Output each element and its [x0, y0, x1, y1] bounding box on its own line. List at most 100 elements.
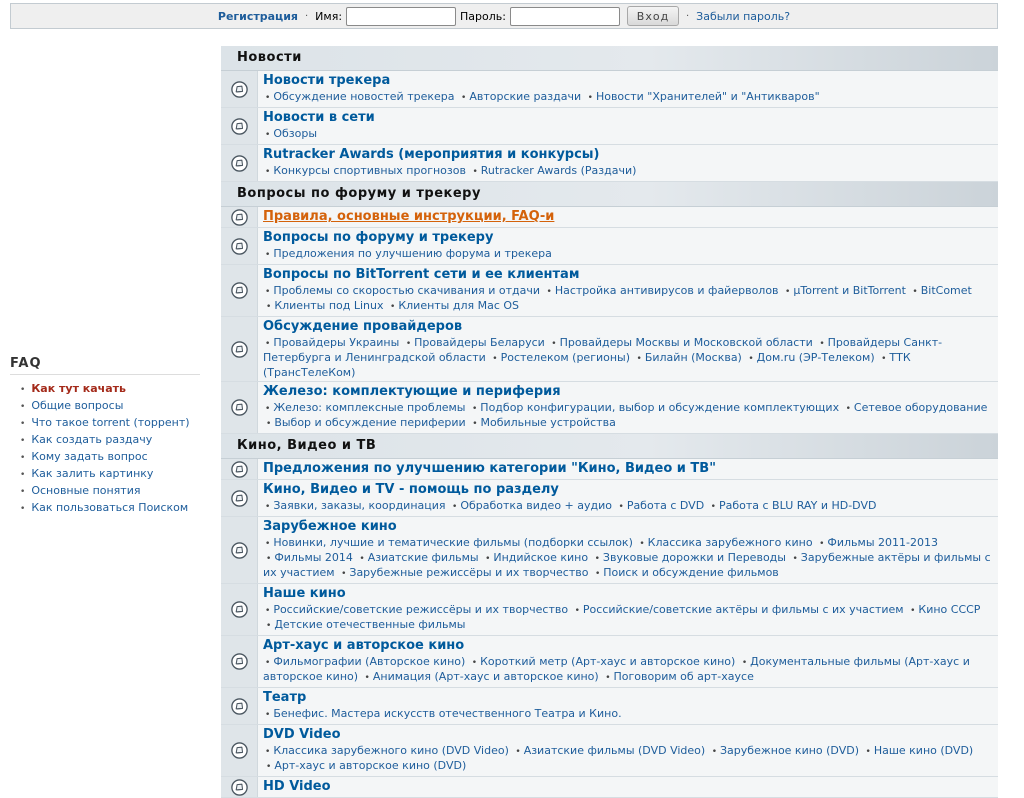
bullet: • [551, 339, 557, 349]
forum-body: Кино, Видео и TV - помощь по разделу • Зая… [258, 480, 998, 516]
subforum-link[interactable]: Подбор конфигурации, выбор и обсуждение … [480, 401, 839, 414]
subforum-link[interactable]: Зарубежное кино (DVD) [720, 744, 859, 757]
subforum-link[interactable]: Российские/советские режиссёры и их твор… [273, 603, 568, 616]
subforum-link[interactable]: Классика зарубежного кино (DVD Video) [273, 744, 509, 757]
faq-item: Как тут качать [20, 381, 200, 398]
forum-text: Обсуждение провайдеров • Провайдеры Украин… [263, 319, 992, 379]
faq-link[interactable]: Кому задать вопрос [31, 450, 147, 463]
subforum-link[interactable]: Детские отечественные фильмы [274, 618, 465, 631]
subforum-link[interactable]: Железо: комплексные проблемы [273, 401, 465, 414]
subforum-link[interactable]: Предложения по улучшению форума и трекер… [273, 247, 552, 260]
subforum-link[interactable]: Дом.ru (ЭР-Телеком) [757, 351, 875, 364]
forum-status-icon [221, 265, 258, 316]
subforum-link[interactable]: Провайдеры Украины [273, 336, 399, 349]
subforum-link[interactable]: Наше кино (DVD) [874, 744, 973, 757]
subforum-link[interactable]: Rutracker Awards (Раздачи) [481, 164, 637, 177]
subforum-link[interactable]: BitComet [921, 284, 972, 297]
forum-title-link[interactable]: Новости в сети [263, 110, 992, 126]
faq-link[interactable]: Как пользоваться Поиском [31, 501, 188, 514]
subforum-link[interactable]: Фильмографии (Авторское кино) [273, 655, 465, 668]
subforum-link[interactable]: Индийское кино [493, 551, 588, 564]
faq-link[interactable]: Основные понятия [31, 484, 140, 497]
subforum-link[interactable]: Кино СССР [918, 603, 980, 616]
subforum-link[interactable]: Короткий метр (Арт-хаус и авторское кино… [480, 655, 735, 668]
forum-title-link[interactable]: DVD Video [263, 727, 992, 743]
faq-link[interactable]: Как создать раздачу [31, 433, 152, 446]
subforum-link[interactable]: Поиск и обсуждение фильмов [603, 566, 779, 579]
forum-body: Вопросы по BitTorrent сети и ее клиентам… [258, 265, 998, 316]
subforum-link[interactable]: Новинки, лучшие и тематические фильмы (п… [273, 536, 633, 549]
subforum-link[interactable]: Заявки, заказы, координация [273, 499, 445, 512]
subforum-link[interactable]: µTorrent и BitTorrent [793, 284, 906, 297]
forum-title-link[interactable]: Кино, Видео и TV - помощь по разделу [263, 482, 992, 498]
forum-title-link[interactable]: Железо: комплектующие и периферия [263, 384, 992, 400]
category-header[interactable]: Кино, Видео и ТВ [221, 434, 998, 459]
forgot-password-link[interactable]: Забыли пароль? [696, 10, 790, 23]
subforum-link[interactable]: Обзоры [273, 127, 317, 140]
subforum-link[interactable]: Сетевое оборудование [854, 401, 988, 414]
password-label: Пароль: [460, 9, 506, 23]
subforum-link[interactable]: Азиатские фильмы [368, 551, 479, 564]
subforum-link[interactable]: Бенефис. Мастера искусств отечественного… [273, 707, 621, 720]
forum-title-link[interactable]: Обсуждение провайдеров [263, 319, 992, 335]
subforum-link[interactable]: Звуковые дорожки и Переводы [603, 551, 786, 564]
subforum-link[interactable]: Поговорим об арт-хаусе [614, 670, 754, 683]
bullet: • [865, 747, 871, 757]
forum-text: DVD Video • Классика зарубежного кино (DVD… [263, 727, 992, 774]
subforum-link[interactable]: Авторские раздачи [469, 90, 581, 103]
username-input[interactable] [346, 6, 457, 26]
forum-title-link[interactable]: Наше кино [263, 586, 992, 602]
forum-title-link[interactable]: Предложения по улучшению категории "Кино… [263, 461, 716, 477]
subforum-link[interactable]: Клиенты для Mac OS [398, 299, 519, 312]
forum-title-link[interactable]: Арт-хаус и авторское кино [263, 638, 992, 654]
subforum-link[interactable]: Новости "Хранителей" и "Антикваров" [596, 90, 820, 103]
subforum-link[interactable]: Клиенты под Linux [274, 299, 383, 312]
subforum-link[interactable]: Конкурсы спортивных прогнозов [273, 164, 466, 177]
subforum-link[interactable]: Обсуждение новостей трекера [273, 90, 454, 103]
forum-title-link[interactable]: Правила, основные инструкции, FAQ-и [263, 209, 554, 225]
forum-status-icon [221, 71, 258, 107]
subforum-link[interactable]: Проблемы со скоростью скачивания и отдач… [273, 284, 540, 297]
subforum-link[interactable]: Российские/советские актёры и фильмы с и… [583, 603, 904, 616]
forum-title-link[interactable]: HD Video [263, 779, 331, 795]
subforum-link[interactable]: Азиатские фильмы (DVD Video) [524, 744, 706, 757]
subforum-link[interactable]: Анимация (Арт-хаус и авторское кино) [373, 670, 599, 683]
subforum-link[interactable]: Мобильные устройства [481, 416, 616, 429]
forum-title-link[interactable]: Театр [263, 690, 992, 706]
bullet: • [618, 502, 624, 512]
subforum-link[interactable]: Арт-хаус и авторское кино (DVD) [274, 759, 466, 772]
faq-title: FAQ [10, 356, 200, 375]
subforum-link[interactable]: Работа с BLU RAY и HD-DVD [719, 499, 876, 512]
forum-title-link[interactable]: Вопросы по BitTorrent сети и ее клиентам [263, 267, 992, 283]
category-header[interactable]: Вопросы по форуму и трекеру [221, 182, 998, 207]
password-input[interactable] [509, 6, 620, 26]
faq-link[interactable]: Общие вопросы [31, 399, 123, 412]
bullet: • [265, 502, 271, 512]
subforum-link[interactable]: Настройка антивирусов и файерволов [555, 284, 779, 297]
forum-title-link[interactable]: Вопросы по форуму и трекеру [263, 230, 992, 246]
faq-link[interactable]: Как залить картинку [31, 467, 153, 480]
subforum-link[interactable]: Билайн (Москва) [645, 351, 742, 364]
faq-link[interactable]: Как тут качать [31, 382, 126, 395]
subforum-link[interactable]: Провайдеры Москвы и Московской области [560, 336, 813, 349]
subforum-link[interactable]: Работа с DVD [627, 499, 704, 512]
subforum-link[interactable]: Провайдеры Беларуси [414, 336, 545, 349]
subforum-link[interactable]: Обработка видео + аудио [460, 499, 612, 512]
subforum-link[interactable]: Выбор и обсуждение периферии [274, 416, 465, 429]
forum-title-link[interactable]: Зарубежное кино [263, 519, 992, 535]
forum-title-link[interactable]: Новости трекера [263, 73, 992, 89]
category-header[interactable]: Новости [221, 46, 998, 71]
subforum-link[interactable]: Фильмы 2014 [274, 551, 353, 564]
subforum-link[interactable]: Фильмы 2011-2013 [827, 536, 938, 549]
subforum-link[interactable]: Ростелеком (регионы) [501, 351, 630, 364]
subforum-list: • Железо: комплексные проблемы • Подбор ко… [263, 401, 992, 431]
subforum-list: • Российские/советские режиссёры и их тво… [263, 603, 992, 633]
register-link[interactable]: Регистрация [218, 10, 298, 23]
faq-link[interactable]: Что такое torrent (торрент) [31, 416, 189, 429]
forum-body: Rutracker Awards (мероприятия и конкурсы… [258, 145, 998, 181]
subforum-list: • Предложения по улучшению форума и треке… [263, 247, 992, 262]
subforum-link[interactable]: Классика зарубежного кино [648, 536, 813, 549]
forum-title-link[interactable]: Rutracker Awards (мероприятия и конкурсы… [263, 147, 992, 163]
login-button[interactable]: Вход [626, 6, 679, 26]
subforum-link[interactable]: Зарубежные режиссёры и их творчество [349, 566, 588, 579]
